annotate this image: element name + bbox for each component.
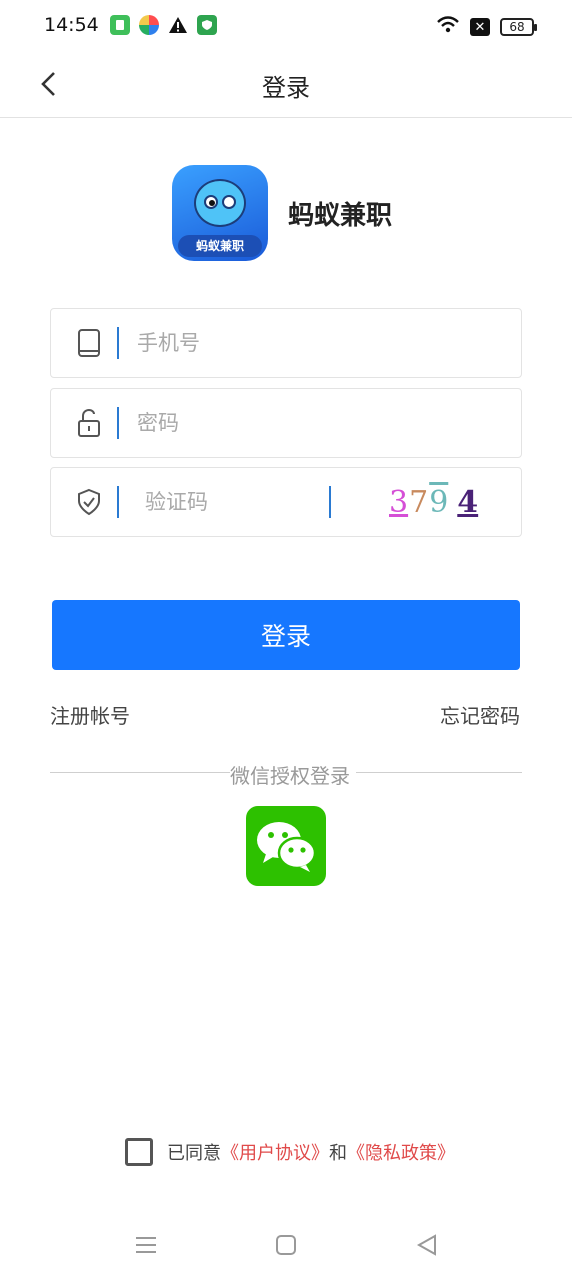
phone-input[interactable]	[137, 331, 337, 355]
warning-icon	[168, 15, 188, 35]
agreement-checkbox[interactable]	[125, 1138, 153, 1166]
status-bar: 14:54 ✕ 68	[0, 0, 572, 52]
app-logo: 蚂蚁兼职	[172, 165, 268, 261]
password-input[interactable]	[137, 411, 337, 435]
wechat-login-button[interactable]	[246, 806, 326, 886]
login-button[interactable]: 登录	[52, 600, 520, 670]
page-title: 登录	[262, 74, 310, 102]
app-name: 蚂蚁兼职	[288, 200, 393, 231]
battery-icon: 68	[500, 18, 537, 36]
ant-mascot-icon	[194, 179, 246, 227]
status-icons-left	[110, 15, 217, 35]
register-link[interactable]: 注册帐号	[50, 700, 130, 729]
phone-icon	[75, 327, 103, 359]
agreement-prefix: 已同意	[167, 1143, 221, 1164]
agreement-row: 已同意 《用户协议》 和 《隐私政策》	[125, 1138, 455, 1166]
divider-line-left	[50, 772, 230, 773]
nav-bar: 登录	[0, 52, 572, 118]
captcha-input[interactable]	[145, 490, 323, 514]
field-divider	[117, 327, 119, 359]
shield-icon	[197, 15, 217, 35]
home-square-icon	[276, 1235, 296, 1255]
divider-line-right	[356, 772, 522, 773]
menu-button[interactable]	[133, 1232, 159, 1258]
privacy-policy-link[interactable]: 《隐私政策》	[347, 1139, 455, 1165]
captcha-digit: 9	[429, 484, 449, 520]
system-navigation	[0, 1222, 572, 1268]
home-button[interactable]	[273, 1232, 299, 1258]
lock-icon	[75, 407, 103, 439]
agreement-and: 和	[329, 1143, 347, 1164]
user-agreement-link[interactable]: 《用户协议》	[221, 1139, 329, 1165]
field-divider	[117, 407, 119, 439]
app-notification-icon	[110, 15, 130, 35]
wechat-login-label: 微信授权登录	[230, 764, 350, 788]
app-brand: 蚂蚁兼职 蚂蚁兼职	[172, 165, 392, 261]
captcha-digit: 7	[409, 484, 429, 520]
status-icons-right: ✕ 68	[436, 15, 537, 39]
wifi-icon	[436, 15, 460, 39]
colorful-app-icon	[139, 15, 159, 35]
captcha-image[interactable]: 3 7 9 4	[389, 485, 478, 520]
password-field[interactable]	[50, 388, 522, 458]
captcha-digit: 3	[389, 484, 409, 520]
triangle-back-icon	[416, 1234, 436, 1256]
phone-field[interactable]	[50, 308, 522, 378]
status-time: 14:54	[44, 14, 99, 36]
captcha-digit: 4	[457, 484, 479, 520]
field-divider	[117, 486, 119, 518]
captcha-field[interactable]: 3 7 9 4	[50, 467, 522, 537]
close-box-icon: ✕	[470, 18, 490, 36]
menu-icon	[136, 1237, 156, 1253]
system-back-button[interactable]	[414, 1232, 440, 1258]
shield-check-icon	[75, 486, 103, 518]
captcha-divider	[329, 486, 331, 518]
logo-banner: 蚂蚁兼职	[178, 235, 262, 257]
forgot-password-link[interactable]: 忘记密码	[440, 700, 520, 729]
wechat-icon	[257, 822, 317, 872]
